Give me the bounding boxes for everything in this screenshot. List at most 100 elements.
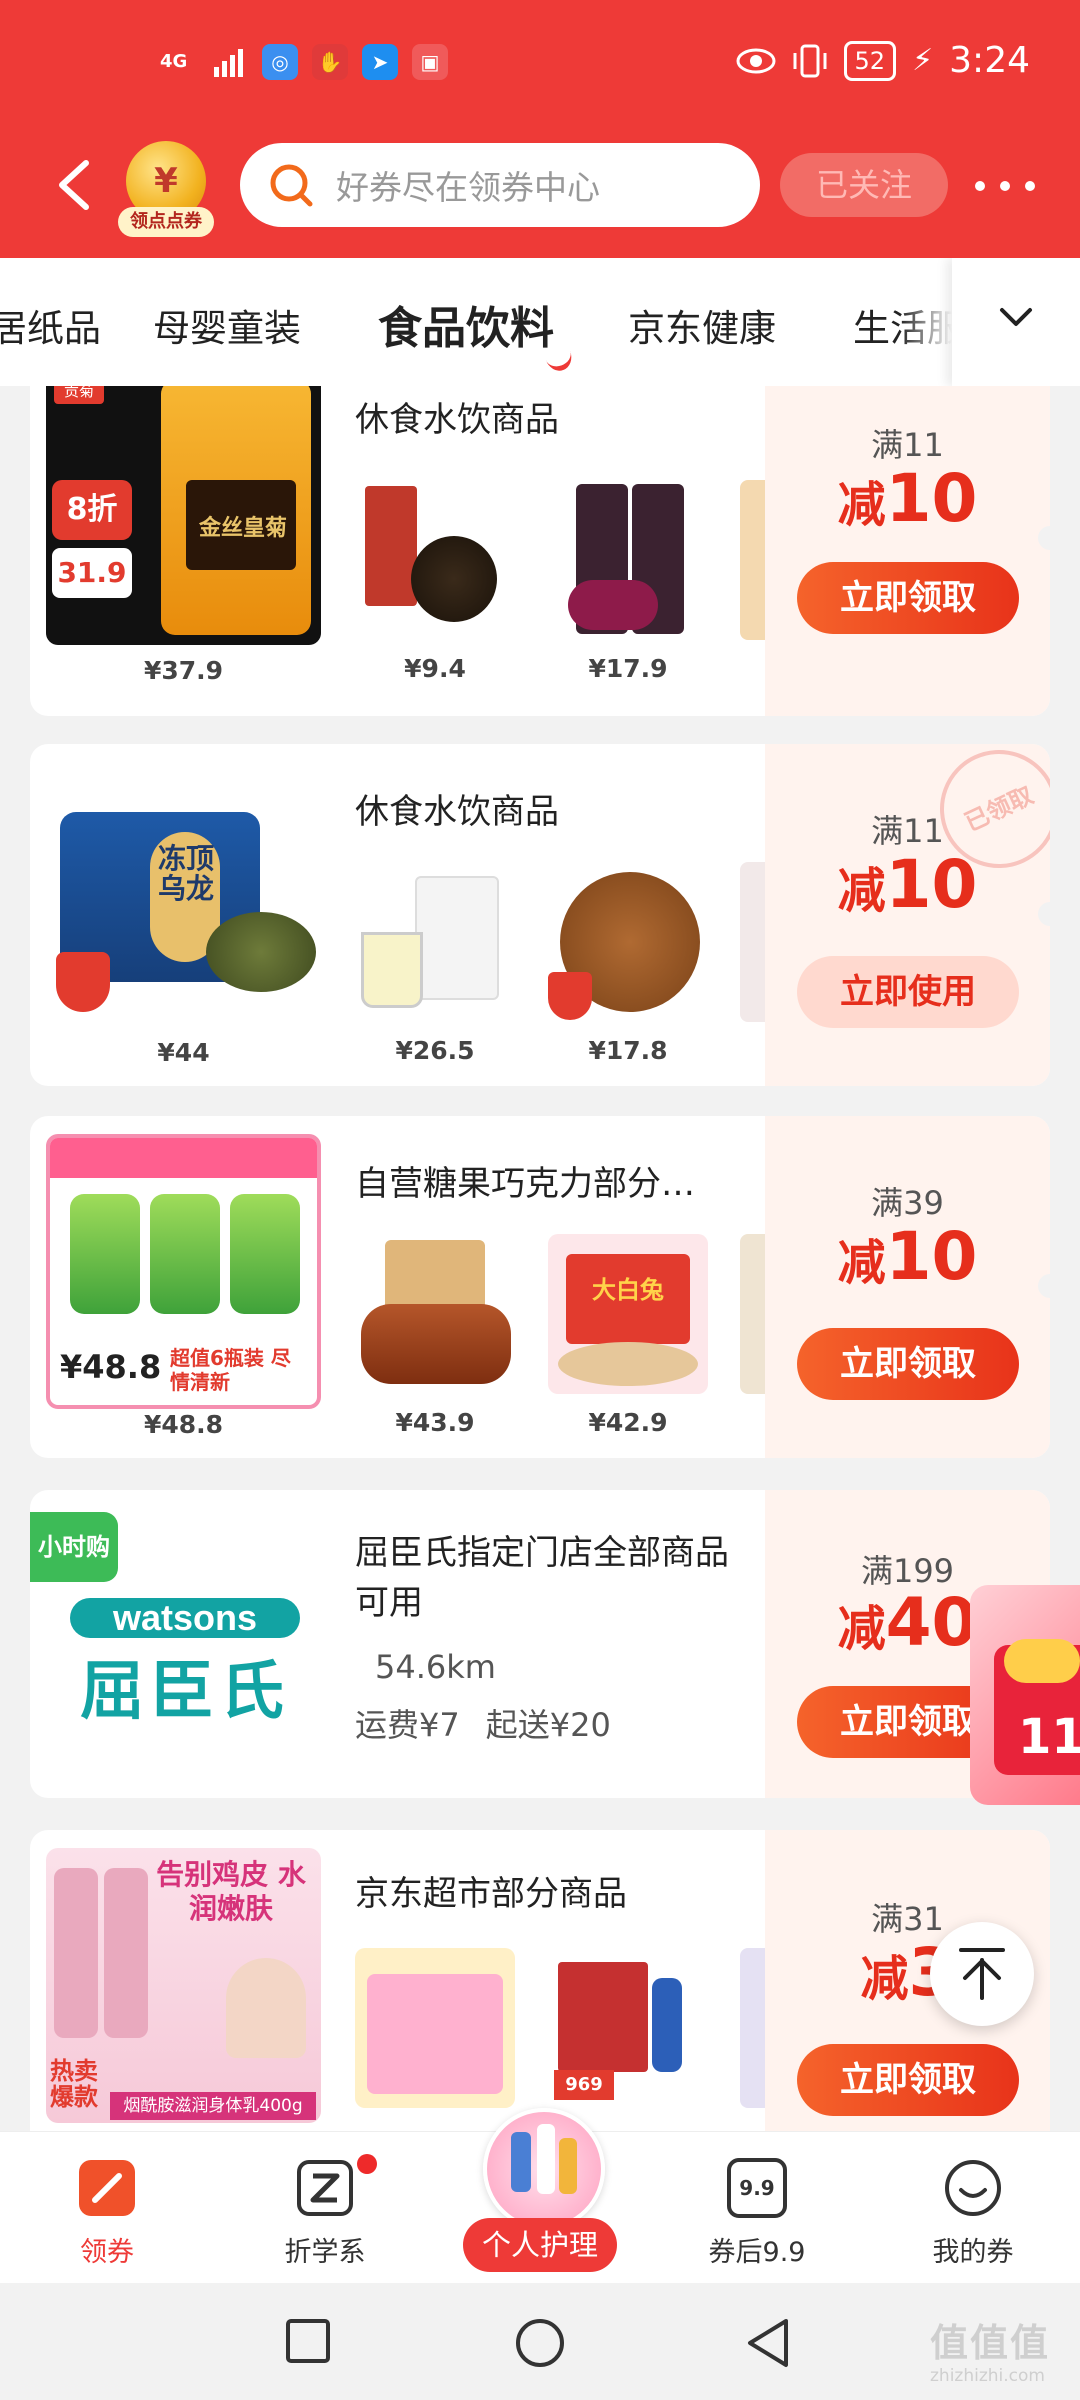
coupon-title: 休食水饮商品 xyxy=(355,400,559,440)
battery-indicator: 52 xyxy=(843,40,897,81)
nav-item-after-coupon-9-9[interactable]: 9.9 券后9.9 xyxy=(677,2132,837,2284)
store-fees: 运费¥7 起送¥20 xyxy=(355,1700,637,1746)
expand-tabs-button[interactable] xyxy=(952,258,1080,386)
coupon-icon xyxy=(79,2160,135,2216)
thumbnail-promo-price: 969 xyxy=(554,2070,614,2100)
minimum-order: 起送¥20 xyxy=(485,1706,611,1744)
product-thumbnail[interactable]: 969 xyxy=(548,1948,708,2108)
product-brand: 金丝皇菊 xyxy=(198,516,287,541)
claim-button[interactable]: 立即领取 xyxy=(797,1328,1019,1400)
search-placeholder: 好券尽在领券中心 xyxy=(336,168,600,207)
floating-promo-ad[interactable]: 11 xyxy=(970,1585,1080,1805)
tab-health[interactable]: 京东健康 xyxy=(628,298,776,352)
network-indicator: 4G xyxy=(160,51,188,72)
coupon-title: 自营糖果巧克力部分… xyxy=(355,1164,695,1204)
store-logo-en: watsons xyxy=(70,1598,300,1638)
nav-item-zhexue[interactable]: 折学系 xyxy=(245,2132,405,2284)
thumbnail-price: ¥42.9 xyxy=(588,1408,668,1437)
product-price: ¥44 xyxy=(157,1038,210,1067)
active-tab-indicator xyxy=(540,336,576,375)
product-thumbnail[interactable] xyxy=(355,1948,515,2108)
nav-item-my-coupons[interactable]: 我的券 xyxy=(893,2132,1053,2284)
top-navigation: ¥ 领点点券 好券尽在领券中心 已关注 xyxy=(0,135,1080,237)
promo-11-icon: 11 xyxy=(1018,1709,1080,1765)
product-promo-price: ¥48.8 xyxy=(60,1348,162,1386)
product-brand: 冻顶乌龙 xyxy=(158,842,215,905)
product-thumbnail[interactable] xyxy=(548,862,708,1022)
product-image[interactable]: ¥48.8 超值6瓶装 尽情清新 xyxy=(46,1134,321,1409)
thumbnail-brand: 大白兔 xyxy=(592,1276,664,1304)
coupon-title: 屈臣氏指定门店全部商品可用 xyxy=(355,1533,729,1623)
store-distance: 54.6km xyxy=(375,1648,496,1686)
product-price: ¥48.8 xyxy=(143,1410,224,1439)
product-image[interactable]: 金丝皇菊 贡菊 8折 31.9 xyxy=(46,386,321,645)
more-menu-icon[interactable] xyxy=(975,171,1035,201)
back-to-top-button[interactable] xyxy=(930,1922,1034,2026)
product-price: ¥37.9 xyxy=(143,656,224,685)
nav-label: 券后9.9 xyxy=(708,2237,806,2268)
eye-icon xyxy=(736,48,776,73)
thumbnail-price: ¥17.8 xyxy=(588,1036,668,1065)
use-button[interactable]: 立即使用 xyxy=(797,956,1019,1028)
follow-button[interactable]: 已关注 xyxy=(780,153,948,217)
watermark-url: zhizhizhi.com xyxy=(930,2366,1045,2386)
product-slogan: 告别鸡皮 水润嫩肤 xyxy=(156,1858,306,1925)
charging-icon: ⚡ xyxy=(912,43,934,78)
arrow-up-icon xyxy=(959,1948,1005,2000)
status-right: 52 ⚡ 3:24 xyxy=(736,40,1030,81)
bottom-navigation: 领券 折学系 个人护理 9.9 券后9.9 我的券 xyxy=(0,2108,1080,2284)
system-navigation-bar xyxy=(0,2283,1080,2400)
product-image[interactable]: 冻顶乌龙 xyxy=(46,762,321,1037)
coupon-card: 告别鸡皮 水润嫩肤 热卖爆款 烟酰胺滋润身体乳400g 京东超市部分商品 969… xyxy=(30,1830,1050,2131)
tab-paper[interactable]: 居纸品 xyxy=(0,298,101,352)
thumbnail-price: ¥26.5 xyxy=(395,1036,475,1065)
coupon-title: 京东超市部分商品 xyxy=(355,1874,627,1914)
product-image[interactable]: 告别鸡皮 水润嫩肤 热卖爆款 烟酰胺滋润身体乳400g xyxy=(46,1848,321,2123)
search-input[interactable]: 好券尽在领券中心 xyxy=(240,143,760,227)
product-thumbnail[interactable] xyxy=(355,480,515,640)
price-9-9-icon: 9.9 xyxy=(727,2158,787,2218)
nav-label: 个人护理 xyxy=(463,2218,617,2272)
tab-food[interactable]: 食品饮料 xyxy=(378,292,554,356)
coupon-value-panel: 满11 减10 立即领取 xyxy=(765,386,1050,716)
recent-apps-button[interactable] xyxy=(284,2317,332,2365)
back-button[interactable] xyxy=(50,157,100,213)
tab-baby[interactable]: 母婴童装 xyxy=(153,298,301,352)
thumbnail-price: ¥17.9 xyxy=(588,654,668,683)
hand-notification-icon: ✋ xyxy=(312,44,348,80)
quality-badge-icon xyxy=(56,952,110,1012)
nav-item-coupons[interactable]: 领券 xyxy=(27,2132,187,2284)
product-tag: 贡菊 xyxy=(54,386,104,404)
nav-label: 领券 xyxy=(80,2237,134,2268)
product-discount-badge: 8折 xyxy=(52,480,132,540)
notification-dot xyxy=(357,2154,377,2174)
product-thumbnail[interactable]: 大白兔 xyxy=(548,1234,708,1394)
coupon-title: 休食水饮商品 xyxy=(355,792,559,832)
coupon-card: ¥48.8 超值6瓶装 尽情清新 ¥48.8 自营糖果巧克力部分… ¥43.9 … xyxy=(30,1116,1050,1458)
product-promo-price: 31.9 xyxy=(52,548,132,598)
shop-logo-label: 领点点券 xyxy=(118,207,214,237)
nav-item-personal-care[interactable]: 个人护理 xyxy=(463,2108,617,2284)
watermark: 值值值 xyxy=(930,2321,1051,2365)
shop-notification-icon: ▣ xyxy=(412,44,448,80)
claim-button[interactable]: 立即领取 xyxy=(797,562,1019,634)
tab-fade xyxy=(900,258,952,386)
coupon-list: 金丝皇菊 贡菊 8折 31.9 ¥37.9 休食水饮商品 ¥9.4 ¥17.9 … xyxy=(0,386,1080,2131)
coupon-card: 冻顶乌龙 ¥44 休食水饮商品 ¥26.5 ¥17.8 满11 减10 立即使用… xyxy=(30,744,1050,1086)
search-icon xyxy=(270,164,313,207)
coupon-value-panel: 满39 减10 立即领取 xyxy=(765,1116,1050,1458)
smile-icon xyxy=(945,2160,1001,2216)
system-back-button[interactable] xyxy=(744,2317,792,2369)
product-thumbnail[interactable] xyxy=(355,1234,515,1394)
personal-care-icon xyxy=(483,2108,605,2230)
signal-icon xyxy=(214,49,243,77)
home-button[interactable] xyxy=(514,2317,566,2369)
shop-logo[interactable]: ¥ 领点点券 xyxy=(118,141,214,237)
product-thumbnail[interactable] xyxy=(355,862,515,1022)
chevron-down-icon xyxy=(1000,308,1032,326)
coupon-amount: 减10 xyxy=(837,460,978,537)
store-logo-cn: 屈臣氏 xyxy=(80,1655,290,1729)
thumbnail-price: ¥43.9 xyxy=(395,1408,475,1437)
product-thumbnail[interactable] xyxy=(548,480,708,640)
claim-button[interactable]: 立即领取 xyxy=(797,2044,1019,2116)
